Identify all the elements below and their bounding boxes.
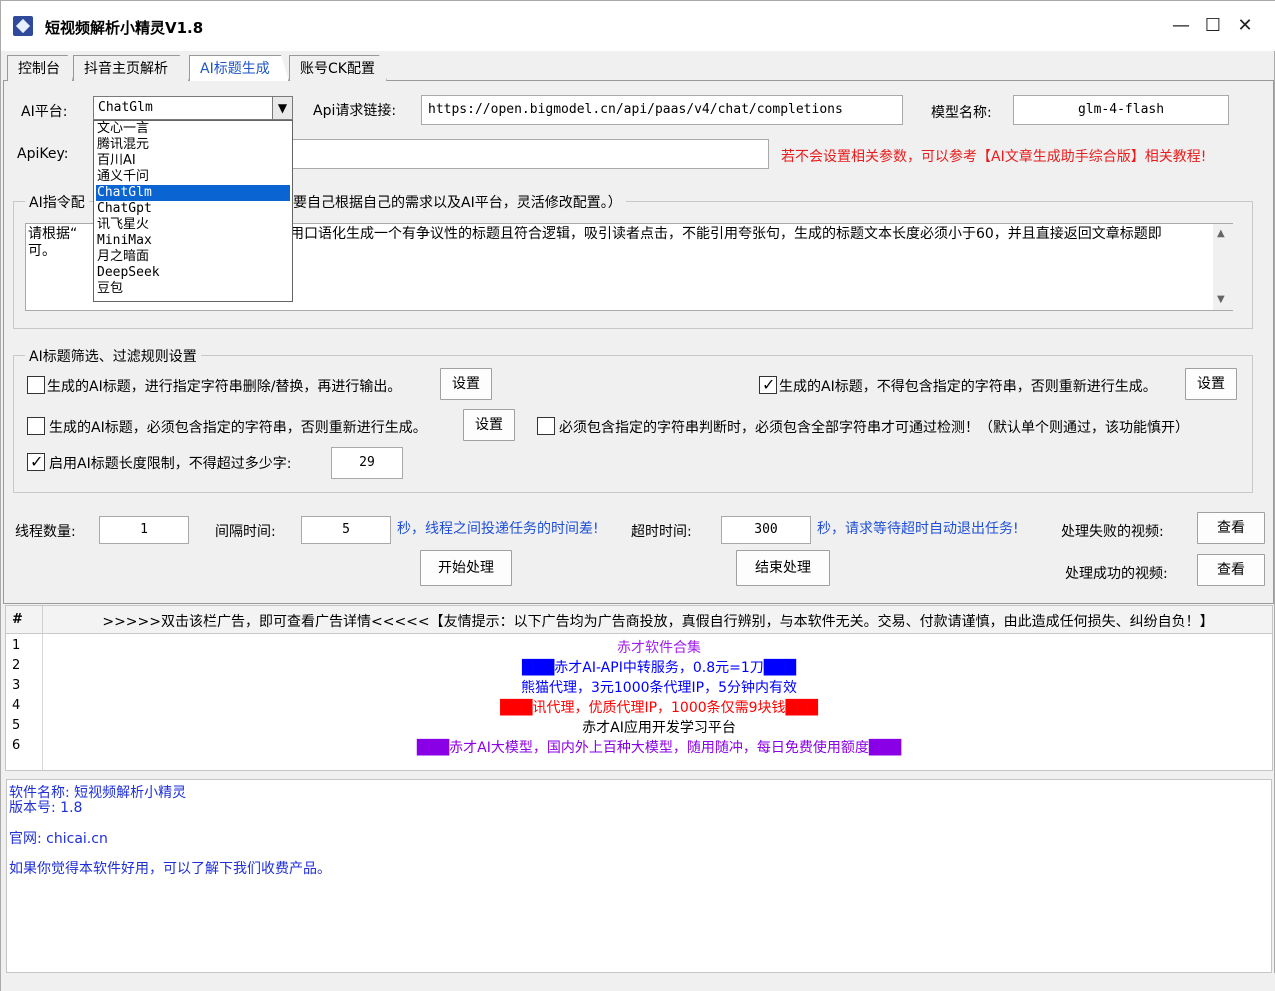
- tab-bar: 控制台 抖音主页解析 AI标题生成 账号CK配置: [1, 55, 1275, 81]
- scroll-up-icon[interactable]: ▲: [1217, 228, 1225, 239]
- platform-dropdown-list: 文心一言 腾讯混元 百川AI 通义千问 ChatGlm ChatGpt 讯飞星火…: [93, 120, 293, 302]
- option-deepseek[interactable]: DeepSeek: [96, 265, 290, 281]
- timeout-hint: 秒，请求等待超时自动退出任务!: [817, 521, 1019, 537]
- status-bar: [1, 973, 1275, 991]
- prompt-group-title-rest: 要自己根据自己的需求以及AI平台，灵活修改配置。）: [289, 192, 626, 212]
- ad-row-num: 2: [12, 658, 21, 673]
- option-minimax[interactable]: MiniMax: [96, 233, 290, 249]
- api-url-label: Api请求链接:: [313, 103, 397, 119]
- log-line-promo: 如果你觉得本软件好用，可以了解下我们收费产品。: [9, 861, 331, 877]
- option-xinghuo[interactable]: 讯飞星火: [96, 217, 290, 233]
- prompt-group-title: AI指令配: [25, 192, 89, 212]
- app-logo-icon: [13, 16, 33, 36]
- rule1-settings-button[interactable]: 设置: [440, 368, 492, 400]
- stop-button[interactable]: 结束处理: [736, 550, 830, 586]
- view-failed-button[interactable]: 查看: [1197, 512, 1265, 544]
- ad-row-num: 6: [12, 738, 21, 753]
- log-line-website: 官网: chicai.cn: [9, 831, 108, 847]
- interval-input[interactable]: 5: [301, 516, 391, 544]
- ad-row-text: ███讯代理，优质代理IP，1000条仅需9块钱███: [500, 700, 818, 716]
- ad-row-num: 5: [12, 718, 21, 733]
- ad-row-text: ███赤才AI-API中转服务，0.8元=1刀███: [521, 660, 797, 676]
- ad-table[interactable]: # >>>>>双击该栏广告，即可查看广告详情<<<<<【友情提示：以下广告均为广…: [5, 605, 1273, 771]
- rule1-checkbox[interactable]: [27, 376, 45, 394]
- rule3-label: 生成的AI标题，必须包含指定的字符串，否则重新进行生成。: [49, 420, 427, 436]
- option-moonshot[interactable]: 月之暗面: [96, 249, 290, 265]
- log-output[interactable]: 软件名称: 短视频解析小精灵 版本号: 1.8 官网: chicai.cn 如果…: [6, 779, 1272, 973]
- tab-account-ck[interactable]: 账号CK配置: [289, 55, 387, 81]
- option-baichuan[interactable]: 百川AI: [96, 153, 290, 169]
- rule3-checkbox[interactable]: [27, 417, 45, 435]
- ad-row-num: 4: [12, 698, 21, 713]
- ad-row[interactable]: 6 ███赤才AI大模型，国内外上百种大模型，随用随冲，每日免费使用额度███: [6, 736, 1272, 756]
- platform-selected-value: ChatGlm: [96, 99, 270, 117]
- success-videos-label: 处理成功的视频:: [1065, 566, 1168, 582]
- option-tongyi[interactable]: 通义千问: [96, 169, 290, 185]
- option-chatglm[interactable]: ChatGlm: [96, 185, 290, 201]
- ad-row-text: 赤才软件合集: [617, 640, 701, 656]
- failed-videos-label: 处理失败的视频:: [1061, 524, 1164, 540]
- ad-row[interactable]: 1 赤才软件合集: [6, 636, 1272, 656]
- ad-table-header[interactable]: # >>>>>双击该栏广告，即可查看广告详情<<<<<【友情提示：以下广告均为广…: [6, 606, 1272, 634]
- filter-group-title: AI标题筛选、过滤规则设置: [25, 346, 201, 366]
- close-button[interactable]: ✕: [1231, 13, 1259, 39]
- prompt-scrollbar[interactable]: ▲ ▼: [1213, 224, 1233, 310]
- title-bar: 短视频解析小精灵V1.8 — ☐ ✕: [1, 1, 1275, 51]
- ad-row-text: 赤才AI应用开发学习平台: [582, 720, 736, 736]
- interval-hint: 秒，线程之间投递任务的时间差!: [397, 521, 599, 537]
- rule3-settings-button[interactable]: 设置: [463, 409, 515, 441]
- window-title: 短视频解析小精灵V1.8: [45, 19, 204, 37]
- rule5-checkbox[interactable]: [27, 452, 45, 471]
- rule2-label: 生成的AI标题，不得包含指定的字符串，否则重新进行生成。: [779, 379, 1157, 395]
- title-length-input[interactable]: 29: [331, 447, 403, 479]
- prompt-text-rest: 用口语化生成一个有争议性的标题且符合逻辑，吸引读者点击，不能引用夸张句，生成的标…: [290, 226, 1162, 242]
- timeout-input[interactable]: 300: [721, 516, 811, 544]
- option-chatgpt[interactable]: ChatGpt: [96, 201, 290, 217]
- tab-douyin-profile[interactable]: 抖音主页解析: [73, 55, 189, 81]
- prompt-text-start: 请根据“: [28, 226, 78, 242]
- tab-console[interactable]: 控制台: [7, 55, 73, 81]
- rule1-label: 生成的AI标题，进行指定字符串删除/替换，再进行输出。: [47, 379, 402, 395]
- api-url-input[interactable]: https://open.bigmodel.cn/api/paas/v4/cha…: [421, 95, 903, 125]
- maximize-button[interactable]: ☐: [1199, 13, 1227, 39]
- timeout-label: 超时时间:: [631, 524, 692, 540]
- option-wenxin[interactable]: 文心一言: [96, 121, 290, 137]
- rule2-checkbox[interactable]: [759, 375, 777, 394]
- view-success-button[interactable]: 查看: [1197, 554, 1265, 586]
- ad-col-num: #: [12, 612, 23, 627]
- ad-row-num: 1: [12, 638, 21, 653]
- tab-ai-title[interactable]: AI标题生成: [189, 55, 289, 81]
- ad-row-num: 3: [12, 678, 21, 693]
- help-text[interactable]: 若不会设置相关参数，可以参考【AI文章生成助手综合版】相关教程!: [781, 146, 1206, 166]
- rule4-label: 必须包含指定的字符串判断时，必须包含全部字符串才可通过检测！（默认单个则通过，该…: [559, 420, 1189, 436]
- interval-label: 间隔时间:: [215, 524, 276, 540]
- log-line-version: 版本号: 1.8: [9, 800, 83, 816]
- ad-header-text: >>>>>双击该栏广告，即可查看广告详情<<<<<【友情提示：以下广告均为广告商…: [102, 614, 1214, 630]
- threads-input[interactable]: 1: [99, 516, 189, 544]
- ad-row[interactable]: 3 熊猫代理，3元1000条代理IP，5分钟内有效: [6, 676, 1272, 696]
- ad-row[interactable]: 5 赤才AI应用开发学习平台: [6, 716, 1272, 736]
- rule2-settings-button[interactable]: 设置: [1185, 368, 1237, 400]
- start-button[interactable]: 开始处理: [420, 550, 512, 586]
- rule4-checkbox[interactable]: [537, 417, 555, 435]
- threads-label: 线程数量:: [15, 524, 76, 540]
- ad-row[interactable]: 2 ███赤才AI-API中转服务，0.8元=1刀███: [6, 656, 1272, 676]
- option-doubao[interactable]: 豆包: [96, 281, 290, 297]
- ad-row[interactable]: 4 ███讯代理，优质代理IP，1000条仅需9块钱███: [6, 696, 1272, 716]
- platform-label: AI平台:: [21, 104, 68, 120]
- chevron-down-icon[interactable]: ▼: [272, 97, 292, 119]
- option-hunyuan[interactable]: 腾讯混元: [96, 137, 290, 153]
- rule5-label: 启用AI标题长度限制，不得超过多少字:: [49, 456, 292, 472]
- ad-row-text: ███赤才AI大模型，国内外上百种大模型，随用随冲，每日免费使用额度███: [416, 740, 902, 756]
- scroll-down-icon[interactable]: ▼: [1217, 294, 1225, 305]
- ad-row-text: 熊猫代理，3元1000条代理IP，5分钟内有效: [520, 680, 797, 696]
- platform-select[interactable]: ChatGlm ▼: [93, 96, 293, 120]
- model-input[interactable]: glm-4-flash: [1013, 95, 1229, 125]
- app-window: 短视频解析小精灵V1.8 — ☐ ✕ 控制台 抖音主页解析 AI标题生成 账号C…: [0, 0, 1275, 991]
- apikey-label: ApiKey:: [17, 146, 69, 162]
- model-label: 模型名称:: [931, 105, 992, 121]
- minimize-button[interactable]: —: [1167, 13, 1195, 39]
